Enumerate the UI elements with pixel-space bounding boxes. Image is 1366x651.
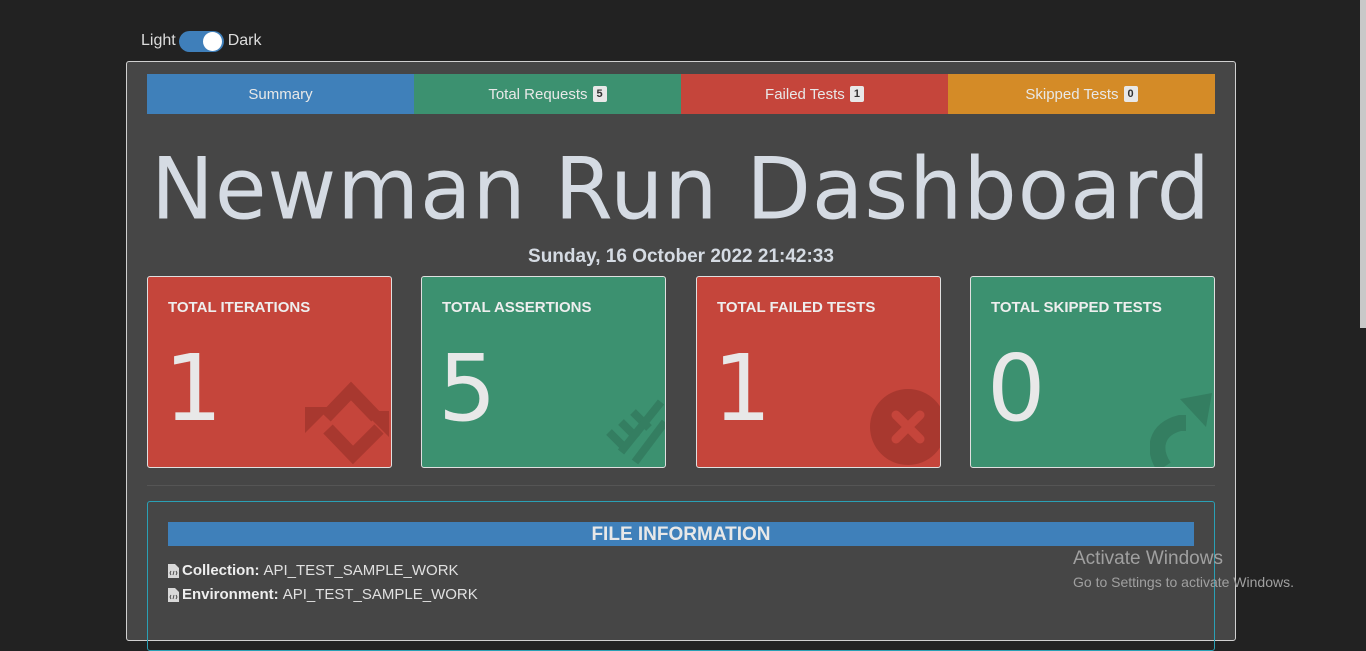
page-title: Newman Run Dashboard bbox=[151, 139, 1211, 239]
tab-label: Skipped Tests bbox=[1025, 85, 1119, 103]
section-divider bbox=[147, 485, 1215, 486]
dashboard-panel: Summary Total Requests 5 Failed Tests 1 … bbox=[126, 61, 1236, 651]
file-code-icon bbox=[168, 587, 179, 602]
file-code-icon bbox=[168, 563, 179, 578]
environment-value: API_TEST_SAMPLE_WORK bbox=[282, 586, 478, 603]
tab-bar: Summary Total Requests 5 Failed Tests 1 … bbox=[147, 74, 1215, 114]
collection-row: Collection: API_TEST_SAMPLE_WORK bbox=[168, 562, 459, 579]
card-value: 1 bbox=[713, 335, 772, 442]
card-label: TOTAL ASSERTIONS bbox=[442, 299, 592, 316]
count-badge: 5 bbox=[592, 86, 607, 102]
theme-toggle: Light Dark bbox=[141, 28, 261, 54]
card-total-skipped-tests: TOTAL SKIPPED TESTS 0 bbox=[970, 276, 1215, 468]
switch-knob bbox=[202, 31, 222, 51]
dark-label: Dark bbox=[227, 32, 262, 49]
run-datetime: Sunday, 16 October 2022 21:42:33 bbox=[528, 246, 834, 267]
times-circle-icon bbox=[870, 389, 940, 465]
share-arrow-icon bbox=[1150, 393, 1212, 467]
scrollbar[interactable] bbox=[1360, 0, 1366, 328]
card-value: 5 bbox=[438, 335, 497, 442]
tab-failed-tests[interactable]: Failed Tests 1 bbox=[681, 74, 948, 114]
file-information-header: FILE INFORMATION bbox=[168, 522, 1194, 546]
tab-skipped-tests[interactable]: Skipped Tests 0 bbox=[948, 74, 1215, 114]
card-value: 1 bbox=[164, 335, 223, 442]
tab-summary[interactable]: Summary bbox=[147, 74, 414, 114]
tab-total-requests[interactable]: Total Requests 5 bbox=[414, 74, 681, 114]
theme-switch[interactable] bbox=[178, 30, 224, 52]
card-value: 0 bbox=[987, 335, 1046, 442]
count-badge: 0 bbox=[1123, 86, 1138, 102]
collection-label: Collection: bbox=[182, 562, 260, 579]
card-total-assertions: TOTAL ASSERTIONS 5 bbox=[421, 276, 666, 468]
tasks-icon bbox=[606, 399, 665, 465]
card-label: TOTAL SKIPPED TESTS bbox=[991, 299, 1162, 316]
count-badge: 1 bbox=[849, 86, 864, 102]
file-information-section: FILE INFORMATION Collection: API_TEST_SA… bbox=[147, 501, 1215, 651]
card-total-failed-tests: TOTAL FAILED TESTS 1 bbox=[696, 276, 941, 468]
environment-row: Environment: API_TEST_SAMPLE_WORK bbox=[168, 586, 478, 603]
environment-label: Environment: bbox=[182, 586, 279, 603]
card-label: TOTAL FAILED TESTS bbox=[717, 299, 876, 316]
activate-windows-watermark: Activate Windows Go to Settings to activ… bbox=[1073, 548, 1294, 590]
tab-label: Failed Tests bbox=[765, 85, 845, 103]
tab-label: Summary bbox=[248, 85, 313, 103]
card-total-iterations: TOTAL ITERATIONS 1 bbox=[147, 276, 392, 468]
watermark-subtitle: Go to Settings to activate Windows. bbox=[1073, 574, 1294, 590]
sync-icon bbox=[305, 381, 389, 465]
tab-label: Total Requests bbox=[488, 85, 588, 103]
watermark-title: Activate Windows bbox=[1073, 548, 1223, 569]
collection-value: API_TEST_SAMPLE_WORK bbox=[263, 562, 459, 579]
card-label: TOTAL ITERATIONS bbox=[168, 299, 311, 316]
light-label: Light bbox=[141, 32, 176, 49]
